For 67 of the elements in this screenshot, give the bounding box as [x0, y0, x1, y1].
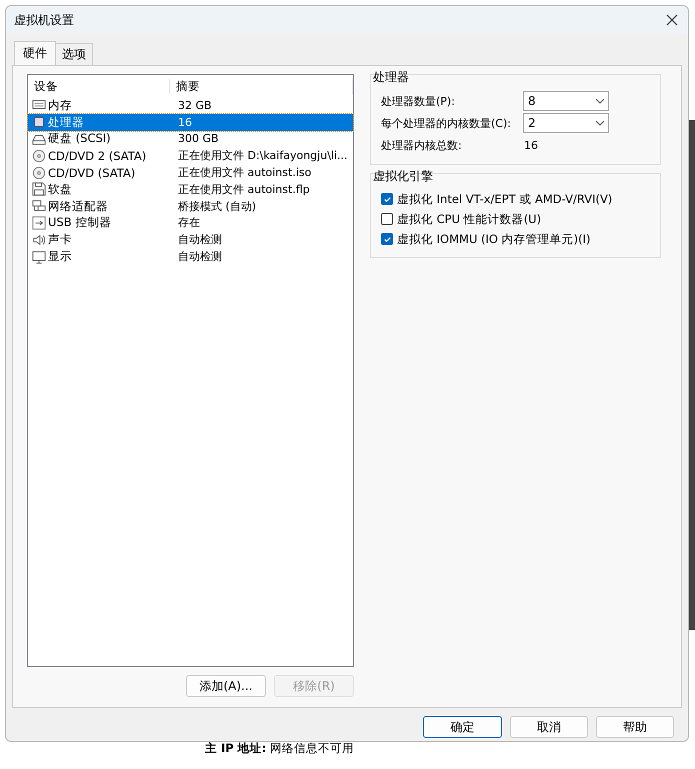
checkbox[interactable]	[381, 213, 393, 225]
device-row[interactable]: 硬盘 (SCSI) 300 GB	[28, 130, 353, 148]
dropdown[interactable]: 8	[523, 91, 609, 111]
checkbox-option[interactable]: 虚拟化 IOMMU (IO 内存管理单元)(I)	[381, 229, 650, 249]
usb-icon	[32, 216, 46, 230]
cd-icon	[32, 166, 46, 180]
device-name: 显示	[48, 249, 72, 264]
device-summary: 16	[177, 116, 193, 129]
device-name: 网络适配器	[48, 198, 108, 214]
device-summary: 存在	[177, 215, 201, 230]
sound-icon	[32, 232, 46, 247]
background-text: 主 IP 地址: 网络信息不可用	[205, 741, 354, 756]
group-title: 处理器	[373, 69, 410, 86]
device-row[interactable]: 处理器 16	[28, 114, 353, 131]
device-name: CD/DVD 2 (SATA)	[48, 148, 146, 163]
device-name: 硬盘 (SCSI)	[48, 131, 111, 146]
cd-icon	[32, 148, 46, 163]
device-name: 内存	[48, 98, 72, 113]
device-row[interactable]: USB 控制器 存在	[28, 214, 353, 232]
display-icon	[32, 250, 46, 264]
check-icon	[382, 234, 392, 244]
list-button[interactable]: 添加(A)...	[186, 675, 266, 697]
device-summary: 正在使用文件 autoinst.flp	[177, 182, 311, 197]
floppy-icon	[32, 182, 46, 196]
dropdown-icon	[596, 120, 604, 126]
group-title: 虚拟化引擎	[373, 168, 434, 185]
dialog-button[interactable]: 帮助	[596, 716, 674, 738]
cpu-icon	[32, 115, 46, 130]
total-value: 16	[523, 138, 539, 152]
device-row[interactable]: 显示 自动检测	[28, 248, 353, 265]
field-label: 处理器内核总数:	[381, 138, 463, 152]
device-row[interactable]: CD/DVD (SATA) 正在使用文件 autoinst.iso	[28, 164, 353, 181]
field-label: 每个处理器的内核数量(C):	[381, 116, 512, 130]
network-icon	[32, 199, 46, 214]
device-name: 声卡	[48, 232, 72, 248]
device-summary: 桥接模式 (自动)	[177, 198, 258, 214]
checkbox-option[interactable]: 虚拟化 CPU 性能计数器(U)	[381, 209, 650, 229]
device-summary: 正在使用文件 autoinst.iso	[177, 165, 312, 180]
dialog-button[interactable]: 取消	[510, 716, 588, 738]
device-row[interactable]: 内存 32 GB	[28, 97, 353, 114]
device-row[interactable]: 软盘 正在使用文件 autoinst.flp	[28, 180, 353, 198]
checkbox-option[interactable]: 虚拟化 Intel VT-x/EPT 或 AMD-V/RVI(V)	[381, 189, 650, 209]
device-name: CD/DVD (SATA)	[48, 166, 136, 180]
device-summary: 32 GB	[177, 98, 213, 112]
device-summary: 自动检测	[177, 249, 223, 264]
window-title: 虚拟机设置	[14, 12, 74, 28]
device-row[interactable]: 声卡 自动检测	[28, 231, 353, 248]
device-row[interactable]: 网络适配器 桥接模式 (自动)	[28, 198, 353, 215]
checkbox[interactable]	[381, 193, 393, 205]
device-name: 软盘	[48, 182, 72, 197]
dropdown[interactable]: 2	[523, 113, 609, 133]
check-icon	[382, 194, 392, 204]
checkbox[interactable]	[381, 233, 393, 245]
device-name: USB 控制器	[48, 215, 112, 230]
tab[interactable]: 选项	[55, 43, 93, 65]
dropdown-icon	[596, 98, 604, 104]
device-name: 处理器	[48, 114, 84, 130]
column-header[interactable]: 设备	[28, 78, 170, 94]
device-summary: 自动检测	[177, 232, 223, 248]
device-row[interactable]: CD/DVD 2 (SATA) 正在使用文件 D:\kaifayongju\li...	[28, 147, 353, 164]
column-header[interactable]: 摘要	[170, 78, 353, 94]
device-summary: 正在使用文件 D:\kaifayongju\li...	[177, 148, 348, 164]
device-summary: 300 GB	[177, 132, 220, 146]
field-label: 处理器数量(P):	[381, 94, 456, 108]
tab[interactable]: 硬件	[14, 41, 56, 65]
close-icon[interactable]	[664, 12, 680, 28]
dialog-button[interactable]: 确定	[423, 716, 502, 738]
